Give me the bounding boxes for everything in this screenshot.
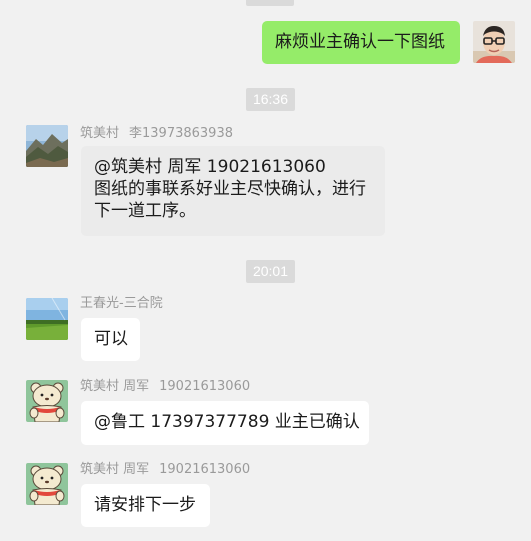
chat-window: 麻烦业主确认一下图纸 16:36 筑美村 李13973863938 @筑美村 周军 <box>0 0 531 541</box>
sender-id: 19021613060 <box>159 379 251 394</box>
timestamp: 20:01 <box>246 260 295 283</box>
sender-label: 筑美村 周军 19021613060 <box>80 375 250 394</box>
message-line: 下一道工序。 <box>94 201 196 221</box>
sender-label: 王春光-三合院 <box>80 292 163 311</box>
sender-avatar[interactable] <box>26 125 68 167</box>
message-bubble-incoming[interactable]: @鲁工 17397377789 业主已确认 <box>81 401 369 445</box>
sender-id: 19021613060 <box>159 462 251 477</box>
self-avatar[interactable] <box>473 21 515 63</box>
timestamp: 16:36 <box>246 88 295 111</box>
message-bubble-incoming[interactable]: @筑美村 周军 19021613060 图纸的事联系好业主尽快确认，进行 下一道… <box>81 146 385 236</box>
sender-name: 筑美村 周军 <box>80 462 150 477</box>
sender-label: 筑美村 李13973863938 <box>80 122 233 141</box>
timestamp-partial <box>246 0 294 6</box>
message-text: 请安排下一步 <box>94 495 196 515</box>
sender-name: 筑美村 周军 <box>80 379 150 394</box>
message-text: 麻烦业主确认一下图纸 <box>275 32 445 52</box>
message-bubble-incoming[interactable]: 请安排下一步 <box>81 484 210 527</box>
message-line: 图纸的事联系好业主尽快确认，进行 <box>94 179 366 199</box>
green-field-avatar-icon <box>26 298 68 340</box>
cartoon-bear-avatar-icon <box>26 380 68 422</box>
sender-name: 王春光-三合院 <box>80 296 163 311</box>
sender-name: 筑美村 <box>80 126 120 141</box>
mountain-landscape-avatar-icon <box>26 125 68 167</box>
sender-avatar[interactable] <box>26 463 68 505</box>
sender-avatar[interactable] <box>26 380 68 422</box>
message-bubble-outgoing[interactable]: 麻烦业主确认一下图纸 <box>262 21 460 64</box>
cartoon-bear-avatar-icon <box>26 463 68 505</box>
man-with-glasses-avatar-icon <box>473 21 515 63</box>
message-text: 可以 <box>94 329 128 349</box>
sender-id: 李13973863938 <box>129 126 233 141</box>
sender-avatar[interactable] <box>26 298 68 340</box>
sender-label: 筑美村 周军 19021613060 <box>80 458 250 477</box>
message-bubble-incoming[interactable]: 可以 <box>81 318 140 361</box>
message-line: @筑美村 周军 19021613060 <box>94 157 326 177</box>
message-text: @鲁工 17397377789 业主已确认 <box>94 412 360 432</box>
